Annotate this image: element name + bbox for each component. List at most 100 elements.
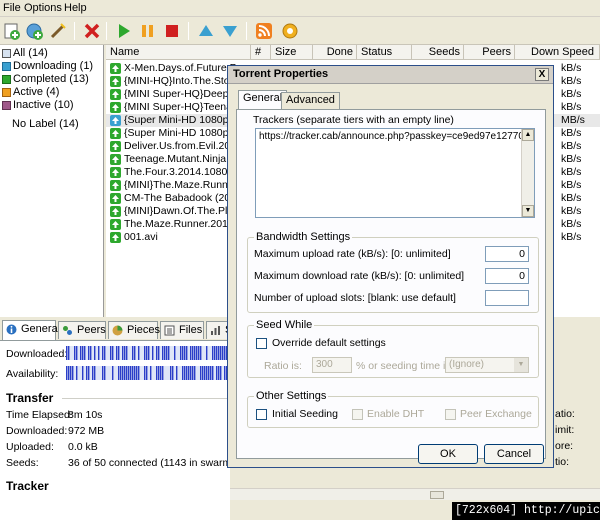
add-url-icon[interactable]	[24, 21, 44, 41]
torrent-speed: kB/s	[561, 101, 582, 113]
trackers-scrollbar[interactable]: ▲ ▼	[521, 129, 534, 217]
peers-icon	[62, 325, 73, 336]
tab-files[interactable]: Files	[160, 321, 204, 339]
label-inactive[interactable]: Inactive (10)	[2, 99, 74, 112]
menu-help[interactable]: Help	[64, 2, 87, 14]
uploaded-row: Uploaded: 0.0 kB	[6, 441, 98, 453]
upload-slots-label: Number of upload slots: [blank: use defa…	[254, 292, 456, 304]
rss-icon[interactable]	[254, 21, 274, 41]
seeding-arrow-icon	[110, 167, 121, 178]
scroll-down-icon[interactable]: ▼	[522, 205, 534, 217]
horizontal-scrollbar[interactable]	[230, 488, 600, 500]
label-panel: All (14) Downloading (1) Completed (13) …	[0, 45, 104, 317]
transfer-divider	[62, 398, 230, 399]
add-torrent-icon[interactable]	[2, 21, 22, 41]
torrent-properties-dialog: Torrent Properties X General Advanced Tr…	[227, 65, 554, 468]
preferences-icon[interactable]	[280, 21, 300, 41]
trackers-textarea[interactable]: https://tracker.cab/announce.php?passkey…	[255, 128, 535, 218]
ok-button[interactable]: OK	[418, 444, 478, 464]
seeding-arrow-icon	[110, 180, 121, 191]
label-completed[interactable]: Completed (13)	[2, 73, 89, 86]
label-downloading[interactable]: Downloading (1)	[2, 60, 93, 73]
peer-exchange-checkbox[interactable]	[445, 409, 456, 420]
column-status[interactable]: Status	[357, 45, 412, 60]
menu-bar: File Options Help	[0, 0, 600, 17]
label-all[interactable]: All (14)	[2, 47, 48, 60]
label-active[interactable]: Active (4)	[2, 86, 59, 99]
start-icon[interactable]	[114, 21, 134, 41]
bandwidth-legend: Bandwidth Settings	[254, 231, 353, 243]
speed-icon	[210, 325, 221, 336]
max-download-input[interactable]: 0	[485, 268, 529, 284]
initial-seeding-checkbox[interactable]	[256, 409, 267, 420]
max-upload-label: Maximum upload rate (kB/s): [0: unlimite…	[254, 248, 451, 260]
cancel-button[interactable]: Cancel	[484, 444, 544, 464]
torrent-name: 001.avi	[124, 231, 158, 243]
toolbar-separator	[188, 22, 189, 40]
create-torrent-icon[interactable]	[48, 21, 68, 41]
enable-dht-checkbox[interactable]	[352, 409, 363, 420]
move-down-icon[interactable]	[220, 21, 240, 41]
column-queue[interactable]: #	[251, 45, 271, 60]
torrent-speed: kB/s	[561, 166, 582, 178]
move-up-icon[interactable]	[196, 21, 216, 41]
torrent-speed: kB/s	[561, 88, 582, 100]
score-fragment: ore:	[555, 440, 574, 452]
column-down-speed[interactable]: Down Speed	[515, 45, 600, 60]
torrent-speed: kB/s	[561, 62, 582, 74]
ratio-input[interactable]: 300	[312, 357, 352, 373]
detail-tabs: General Peers Pieces Files S	[0, 320, 232, 340]
label-no-label[interactable]: No Label (14)	[12, 118, 79, 131]
max-upload-input[interactable]: 0	[485, 246, 529, 262]
torrent-speed: kB/s	[561, 140, 582, 152]
active-icon	[2, 88, 11, 97]
menu-file[interactable]: File	[3, 2, 21, 14]
tab-general[interactable]: General	[2, 320, 60, 340]
column-size[interactable]: Size	[271, 45, 313, 60]
torrent-speed: MB/s	[561, 114, 585, 126]
seeding-arrow-icon	[110, 141, 121, 152]
seeding-time-label: % or seeding time is:	[356, 360, 454, 372]
torrent-speed: kB/s	[561, 205, 582, 217]
toolbar	[0, 17, 600, 45]
torrent-speed: kB/s	[561, 231, 582, 243]
downloading-arrow-icon	[110, 115, 121, 126]
stop-icon[interactable]	[162, 21, 182, 41]
seeding-arrow-icon	[110, 63, 121, 74]
peer-exchange-label: Peer Exchange	[460, 408, 532, 420]
scroll-up-icon[interactable]: ▲	[522, 129, 534, 141]
time-elapsed-row: Time Elapsed: 8m 10s	[6, 409, 103, 421]
column-peers[interactable]: Peers	[464, 45, 515, 60]
upload-slots-input[interactable]	[485, 290, 529, 306]
override-checkbox[interactable]	[256, 338, 267, 349]
availability-bar-label: Availability:	[6, 368, 59, 380]
remove-icon[interactable]	[82, 21, 102, 41]
seeding-time-select[interactable]: (Ignore) ▼	[445, 357, 529, 373]
seeds-row: Seeds: 36 of 50 connected (1143 in swarm)	[6, 457, 235, 469]
menu-options[interactable]: Options	[24, 2, 62, 14]
inactive-icon	[2, 101, 11, 110]
column-seeds[interactable]: Seeds	[412, 45, 464, 60]
toolbar-separator	[246, 22, 247, 40]
availability-bar	[66, 366, 230, 380]
completed-icon	[2, 75, 11, 84]
torrent-speed: kB/s	[561, 75, 582, 87]
tab-peers[interactable]: Peers	[58, 321, 106, 339]
tab-dialog-advanced[interactable]: Advanced	[281, 92, 340, 109]
chevron-down-icon: ▼	[514, 358, 528, 372]
scrollbar-thumb[interactable]	[430, 491, 444, 499]
dialog-titlebar: Torrent Properties X	[228, 66, 553, 84]
column-name[interactable]: Name	[106, 45, 251, 60]
tab-pieces[interactable]: Pieces	[108, 321, 160, 339]
seeding-arrow-icon	[110, 206, 121, 217]
files-icon	[164, 325, 175, 336]
torrent-name: {MINI-HQ}Into.The.Storm	[124, 75, 242, 87]
close-icon[interactable]: X	[535, 68, 549, 81]
downloaded-row: Downloaded: 972 MB	[6, 425, 105, 437]
seeding-arrow-icon	[110, 154, 121, 165]
pieces-icon	[112, 325, 123, 336]
column-done[interactable]: Done	[313, 45, 357, 60]
tab-dialog-general[interactable]: General	[238, 90, 288, 110]
pause-icon[interactable]	[138, 21, 158, 41]
watermark-badge: [722x604] http://upic.me/	[452, 502, 600, 520]
